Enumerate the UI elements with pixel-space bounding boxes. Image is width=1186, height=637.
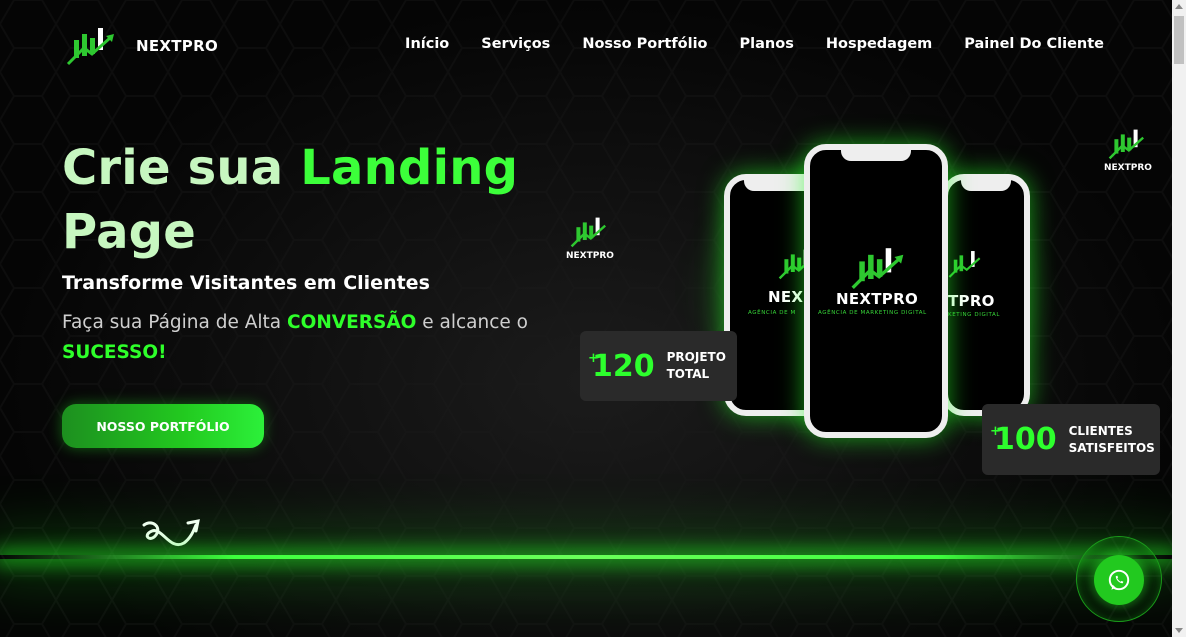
stat-label-line1: PROJETO	[666, 350, 726, 364]
stat-projetos-label: PROJETO TOTAL	[667, 349, 726, 383]
nav-servicos[interactable]: Serviços	[481, 36, 550, 52]
hero-title-part3: Page	[62, 204, 196, 260]
growth-chart-logo-icon	[570, 217, 606, 248]
desc-highlight-conversao: CONVERSÃO	[287, 312, 417, 333]
stat-clientes-value: 100	[994, 422, 1057, 457]
phone-left-brand: NEX	[768, 288, 804, 306]
portfolio-button[interactable]: NOSSO PORTFÓLIO	[62, 404, 264, 448]
hero-title-highlight: Landing	[300, 140, 519, 196]
curly-arrow-icon	[142, 519, 200, 547]
stat-label-line1: CLIENTES	[1068, 423, 1133, 438]
phone-right: TPRO KETING DIGITAL	[942, 174, 1030, 416]
page-scrollbar[interactable]	[1172, 0, 1186, 637]
hero-description: Faça sua Página de Alta CONVERSÃO e alca…	[62, 308, 542, 368]
phone-center-tagline: AGÊNCIA DE MARKETING DIGITAL	[818, 310, 927, 316]
stat-projetos-number: +120	[588, 348, 655, 384]
growth-chart-logo-icon	[948, 251, 981, 278]
nav-portfolio[interactable]: Nosso Portfólio	[582, 36, 707, 52]
hero-title-part1: Crie sua	[62, 140, 301, 196]
growth-chart-logo-icon	[1108, 129, 1144, 160]
whatsapp-icon	[1108, 569, 1130, 591]
hero-subtitle: Transforme Visitantes em Clientes	[62, 272, 430, 294]
phone-center: NEXTPRO AGÊNCIA DE MARKETING DIGITAL	[804, 144, 948, 438]
logo-text: NEXTPRO	[136, 37, 218, 55]
stat-projetos: +120 PROJETO TOTAL	[580, 331, 737, 401]
phone-notch	[841, 149, 911, 161]
site-logo[interactable]: NEXTPRO	[66, 26, 218, 66]
desc-highlight-sucesso: SUCESSO!	[62, 342, 167, 363]
floating-logo-left: NEXTPRO	[566, 216, 614, 261]
scroll-down-icon[interactable]	[1175, 628, 1183, 633]
nav-hospedagem[interactable]: Hospedagem	[826, 36, 932, 52]
desc-part2: e alcance o	[416, 312, 528, 333]
phone-right-brand: TPRO	[948, 292, 995, 310]
stat-prefix: +	[990, 424, 1001, 439]
phone-notch	[961, 179, 1011, 191]
nav-planos[interactable]: Planos	[740, 36, 794, 52]
stat-clientes-label: CLIENTES SATISFEITOS	[1069, 423, 1155, 457]
stat-clientes-number: +100	[990, 422, 1057, 457]
floating-logo-text: NEXTPRO	[1104, 163, 1152, 173]
phone-center-brand: NEXTPRO	[836, 290, 918, 308]
green-glow-divider	[0, 555, 1172, 559]
stat-label-line2: SATISFEITOS	[1068, 440, 1155, 455]
growth-chart-logo-icon	[851, 248, 904, 289]
floating-logo-right: NEXTPRO	[1104, 128, 1152, 173]
stat-prefix: +	[588, 350, 599, 366]
scroll-up-icon[interactable]	[1175, 4, 1183, 9]
stat-projetos-value: 120	[592, 348, 655, 384]
hero-title: Crie sua Landing Page	[62, 136, 518, 264]
stat-clientes: +100 CLIENTES SATISFEITOS	[982, 404, 1160, 475]
growth-chart-logo-icon	[66, 28, 114, 66]
floating-logo-text: NEXTPRO	[566, 251, 614, 261]
phone-right-tagline: KETING DIGITAL	[948, 312, 1001, 318]
nav-painel-cliente[interactable]: Painel Do Cliente	[964, 36, 1104, 52]
desc-part1: Faça sua Página de Alta	[62, 312, 288, 333]
stat-label-line2: TOTAL	[666, 367, 710, 381]
nav-inicio[interactable]: Início	[405, 36, 449, 52]
main-nav: Início Serviços Nosso Portfólio Planos H…	[405, 36, 1104, 52]
phone-left-tagline: AGÊNCIA DE M	[748, 310, 796, 316]
whatsapp-button[interactable]	[1094, 555, 1144, 605]
scrollbar-thumb[interactable]	[1174, 16, 1184, 64]
